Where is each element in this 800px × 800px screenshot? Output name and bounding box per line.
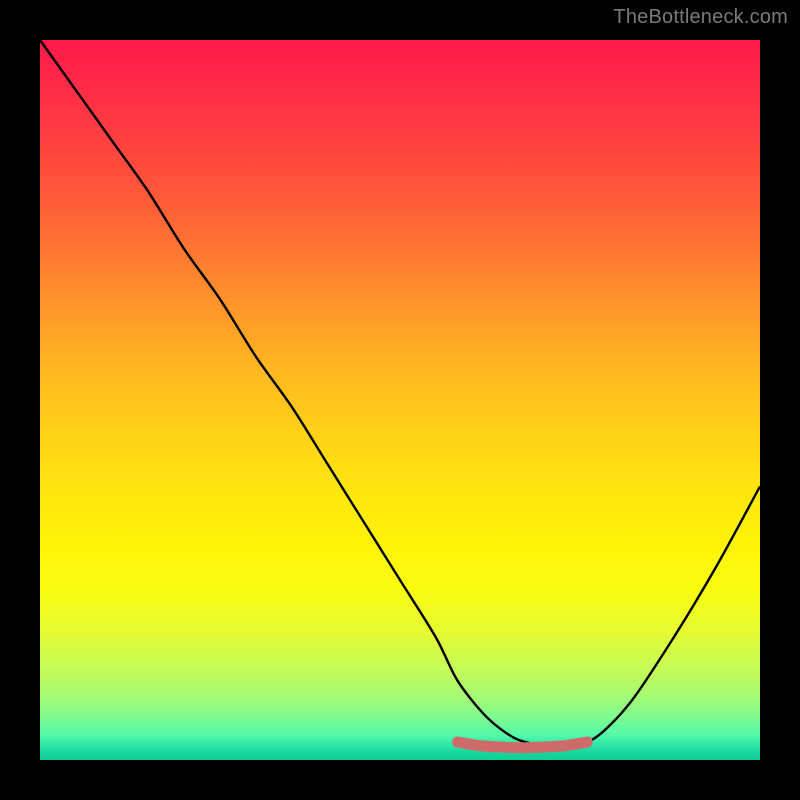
plot-area [40,40,760,760]
optimal-band-path [458,742,588,748]
watermark-text: TheBottleneck.com [613,6,788,29]
chart-frame: TheBottleneck.com [0,0,800,800]
chart-svg [40,40,760,760]
bottleneck-curve-path [40,40,760,746]
